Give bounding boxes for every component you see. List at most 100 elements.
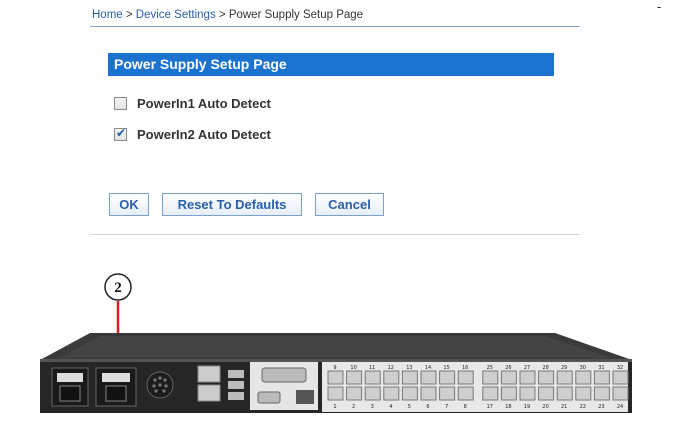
- target-port: [401, 370, 418, 385]
- dvi-port: [261, 367, 307, 383]
- target-port: [538, 370, 555, 385]
- callout-number: 2: [114, 280, 122, 296]
- target-port: [383, 386, 400, 401]
- ok-button[interactable]: OK: [109, 193, 149, 216]
- port-label: 14: [425, 365, 431, 371]
- chassis-top-inner: [60, 336, 612, 358]
- target-port: [457, 370, 474, 385]
- target-port: [327, 386, 344, 401]
- port-label: 4: [389, 404, 392, 410]
- target-port: [439, 386, 456, 401]
- target-port: [538, 386, 555, 401]
- powerin1-auto-detect-option[interactable]: PowerIn1 Auto Detect: [114, 96, 271, 111]
- kvm-switch-rear-panel-image: 2 9 10 11 12 13 14 15 16 25 26 27 28 29 30 31 32 123456…: [40, 273, 632, 413]
- target-port: [364, 370, 381, 385]
- port-label: 15: [443, 365, 449, 371]
- power-inlet-1: [59, 385, 81, 402]
- target-port: [556, 386, 573, 401]
- usb-port-3: [228, 392, 244, 400]
- port-label: 28: [542, 365, 548, 371]
- target-port: [420, 386, 437, 401]
- port-label: 7: [445, 404, 448, 410]
- page-title: Power Supply Setup Page: [108, 53, 554, 76]
- breadcrumb-current: Power Supply Setup Page: [228, 9, 364, 21]
- port-label: 3: [371, 404, 374, 410]
- target-port: [420, 370, 437, 385]
- port-label: 31: [598, 365, 604, 371]
- reset-to-defaults-button[interactable]: Reset To Defaults: [162, 193, 302, 216]
- lan-port-bottom: [197, 384, 221, 402]
- powerin1-label: PowerIn1 Auto Detect: [137, 96, 271, 111]
- target-port: [364, 386, 381, 401]
- port-label: 1: [333, 404, 336, 410]
- port-label: 26: [505, 365, 511, 371]
- port-label: 6: [426, 404, 429, 410]
- port-label: 13: [406, 365, 412, 371]
- target-port: [346, 386, 363, 401]
- target-port: [383, 370, 400, 385]
- breadcrumb-separator: >: [122, 9, 136, 21]
- breadcrumb: Home > Device Settings > Power Supply Se…: [92, 9, 363, 21]
- target-port: [500, 386, 517, 401]
- usb-port-2: [228, 381, 244, 389]
- tele-port: [296, 390, 314, 404]
- port-label: 22: [580, 404, 586, 410]
- port-label: 24: [617, 404, 623, 410]
- cancel-button[interactable]: Cancel: [315, 193, 384, 216]
- target-port: [346, 370, 363, 385]
- target-port: [482, 370, 499, 385]
- breadcrumb-home-link[interactable]: Home: [92, 9, 123, 21]
- checkmark-icon: ✔: [116, 126, 127, 140]
- port-label: 18: [505, 404, 511, 410]
- target-port: [575, 386, 592, 401]
- power-switch-1: [57, 373, 83, 382]
- port-label: 20: [542, 404, 548, 410]
- breadcrumb-separator: >: [215, 9, 229, 21]
- target-port: [593, 386, 610, 401]
- target-port: [593, 370, 610, 385]
- powerin1-checkbox[interactable]: [114, 97, 127, 110]
- lan-port-top: [197, 365, 221, 383]
- target-port: [519, 370, 536, 385]
- corner-mark: -: [657, 0, 662, 14]
- port-label: 29: [561, 365, 567, 371]
- port-label: 10: [350, 365, 356, 371]
- target-port: [575, 370, 592, 385]
- target-port: [439, 370, 456, 385]
- port-label: 23: [598, 404, 604, 410]
- modem-port: [257, 391, 281, 404]
- target-port: [500, 370, 517, 385]
- breadcrumb-divider: [90, 26, 580, 27]
- chassis-edge: [40, 359, 632, 362]
- port-label: 2: [352, 404, 355, 410]
- powerin2-label: PowerIn2 Auto Detect: [137, 127, 271, 142]
- port-label: 16: [462, 365, 468, 371]
- target-port: [482, 386, 499, 401]
- port-label: 17: [487, 404, 493, 410]
- usb-port-1: [228, 370, 244, 378]
- port-label: 5: [408, 404, 411, 410]
- power-switch-2: [102, 373, 130, 382]
- port-label: 27: [524, 365, 530, 371]
- target-port: [612, 386, 629, 401]
- target-port: [556, 370, 573, 385]
- target-port: [457, 386, 474, 401]
- target-port: [327, 370, 344, 385]
- port-label: 30: [580, 365, 586, 371]
- port-label: 9: [333, 365, 336, 371]
- power-inlet-2: [105, 385, 127, 402]
- powerin2-auto-detect-option[interactable]: ✔ PowerIn2 Auto Detect: [114, 126, 271, 142]
- port-label: 25: [487, 365, 493, 371]
- breadcrumb-device-settings-link[interactable]: Device Settings: [136, 9, 216, 21]
- target-port: [519, 386, 536, 401]
- port-label: 21: [561, 404, 567, 410]
- powerin2-checkbox[interactable]: ✔: [114, 126, 127, 141]
- port-label: 11: [369, 365, 375, 371]
- port-label: 8: [464, 404, 467, 410]
- target-port: [612, 370, 629, 385]
- target-port: [401, 386, 418, 401]
- form-divider: [90, 234, 580, 235]
- port-label: 12: [388, 365, 394, 371]
- port-label: 19: [524, 404, 530, 410]
- port-label: 32: [617, 365, 623, 371]
